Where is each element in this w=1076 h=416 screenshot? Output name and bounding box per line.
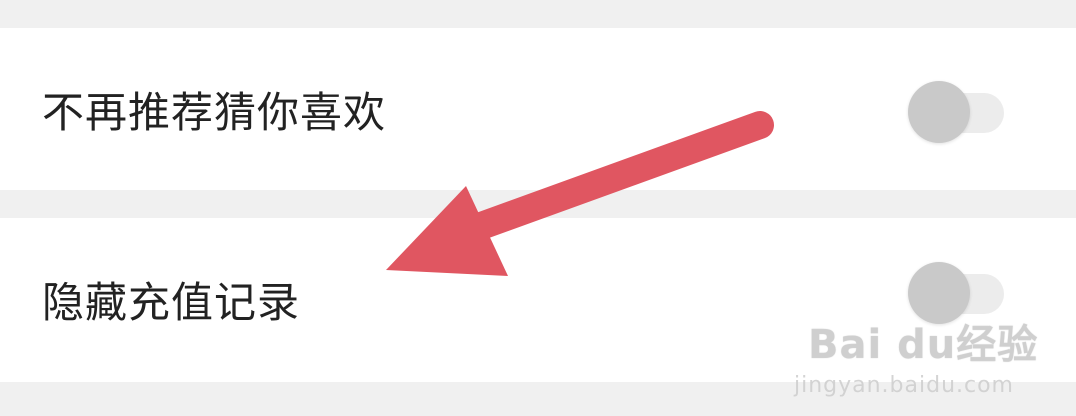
baidu-jingyan-logo: Bai du经验: [808, 322, 1039, 368]
toggle-knob: [908, 81, 970, 143]
setting-label: 不再推荐猜你喜欢: [42, 88, 387, 137]
watermark-url: jingyan.baidu.com: [793, 373, 1014, 398]
no-recommend-toggle[interactable]: [908, 81, 1006, 145]
settings-screen: 不再推荐猜你喜欢 隐藏充值记录 Bai du经验 jingyan.baidu.c…: [0, 0, 1076, 416]
setting-label: 隐藏充值记录: [42, 278, 301, 327]
baidu-jingyan-watermark: Bai du经验 jingyan.baidu.com: [794, 314, 1039, 406]
setting-row-no-recommend[interactable]: 不再推荐猜你喜欢: [0, 28, 1076, 190]
